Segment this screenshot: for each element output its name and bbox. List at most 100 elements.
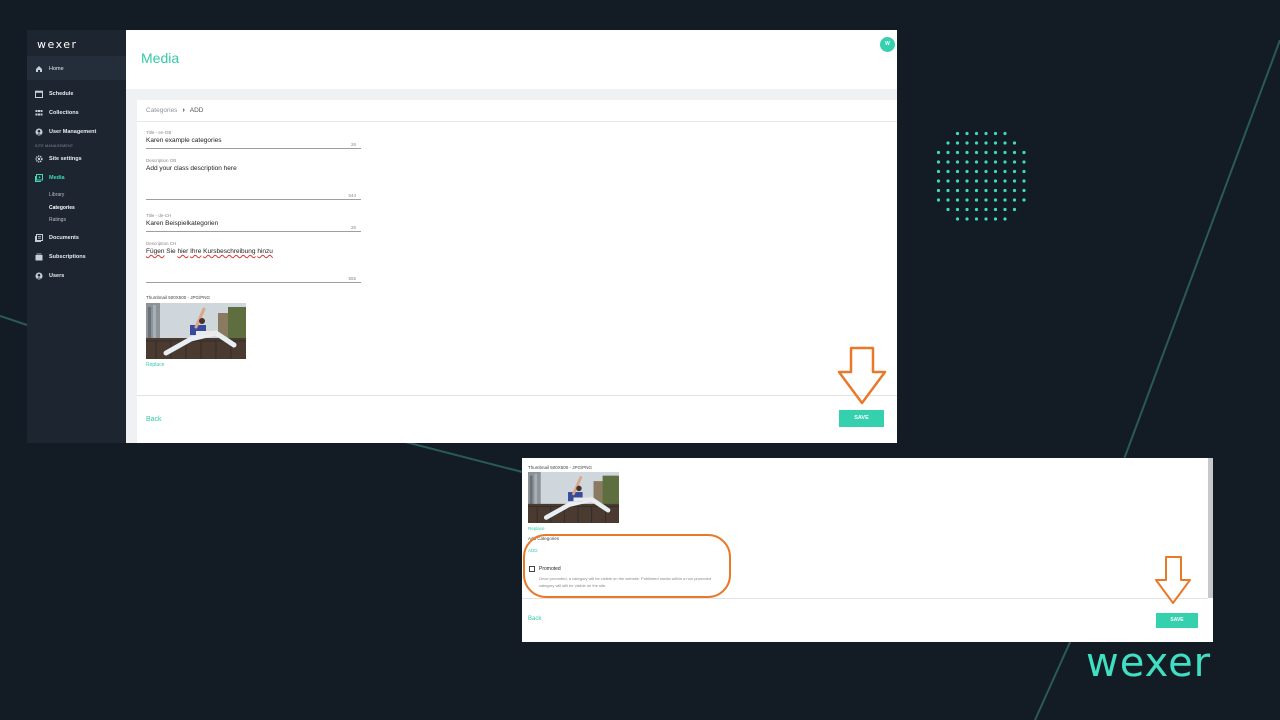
pattern-dot: [984, 198, 988, 202]
scrollbar[interactable]: [1208, 458, 1213, 598]
sidebar-item-site-settings[interactable]: Site settings: [35, 155, 82, 163]
pattern-dot: [946, 207, 950, 212]
pattern-dot: [965, 207, 969, 212]
sidebar-item-collections[interactable]: Collections: [35, 109, 79, 117]
pattern-dot: [974, 150, 979, 155]
breadcrumb: Categories › ADD: [146, 107, 204, 114]
add-categories-label: Add Categories: [528, 536, 560, 541]
sidebar-subitem-categories[interactable]: Categories: [49, 205, 75, 211]
description-ch-field[interactable]: Description CH Fügen Sie hier Ihre Kursb…: [146, 241, 361, 283]
replace-link[interactable]: Replace: [146, 362, 164, 368]
pattern-dot: [955, 217, 960, 221]
users-icon: [35, 272, 43, 280]
avatar[interactable]: W: [880, 37, 895, 52]
field-label: Title - en-GB: [146, 130, 172, 135]
pattern-dot: [993, 160, 998, 164]
pattern-dot: [974, 131, 979, 136]
brand-logo: wexer: [1086, 640, 1212, 686]
sidebar-item-home[interactable]: Home: [35, 65, 64, 73]
pattern-dot: [1022, 150, 1026, 155]
pattern-dot: [1003, 198, 1007, 202]
divider: [137, 395, 897, 396]
sidebar-item-documents[interactable]: Documents: [35, 234, 79, 242]
document-icon: [35, 234, 43, 242]
sidebar-item-subscriptions[interactable]: Subscriptions: [35, 253, 86, 261]
pattern-dot: [1022, 169, 1026, 174]
add-category-link[interactable]: ADD: [528, 548, 538, 553]
pattern-dot: [946, 141, 950, 145]
breadcrumb-categories[interactable]: Categories: [146, 107, 177, 114]
sidebar-item-user-management[interactable]: User Management: [35, 128, 96, 136]
sidebar-item-label: Media: [49, 175, 65, 181]
field-label: Description GB: [146, 158, 177, 163]
title-ch-field[interactable]: Title - de-CH Karen Beispielkategorien 2…: [146, 213, 361, 232]
pattern-dot: [936, 160, 941, 164]
save-button[interactable]: SAVE: [1156, 613, 1198, 628]
thumbnail-label: Thumbnail 500X500 - JPG/PNG: [528, 465, 593, 470]
sidebar-subitem-library[interactable]: Library: [49, 192, 64, 198]
pattern-dot: [965, 169, 969, 174]
pattern-dot: [1012, 169, 1017, 174]
pattern-dot: [984, 207, 988, 212]
pattern-dot: [974, 217, 979, 221]
sidebar-item-media[interactable]: Media: [35, 174, 65, 182]
description-gb-field[interactable]: Description GB Add your class descriptio…: [146, 158, 361, 200]
pattern-dot: [955, 169, 960, 174]
save-button[interactable]: SAVE: [839, 410, 884, 427]
pattern-dot: [936, 198, 941, 202]
pattern-dot: [1012, 141, 1017, 145]
field-value[interactable]: Karen Beispielkategorien: [146, 220, 361, 227]
pattern-dot: [1022, 188, 1026, 193]
field-value[interactable]: Add your class description here: [146, 165, 361, 172]
back-link[interactable]: Back: [146, 416, 162, 423]
dot-pattern: [936, 131, 1026, 221]
pattern-dot: [1003, 169, 1007, 174]
pattern-dot: [1003, 131, 1007, 136]
pattern-dot: [946, 150, 950, 155]
field-label: Description CH: [146, 241, 177, 246]
sidebar-item-label: Collections: [49, 110, 79, 116]
field-value[interactable]: Fügen Sie hier Ihre Kursbeschreibung hin…: [146, 248, 361, 255]
title-gb-field[interactable]: Title - en-GB Karen example categories 2…: [146, 130, 361, 149]
app-logo: wexer: [37, 38, 78, 51]
pattern-dot: [965, 141, 969, 145]
user-circle-icon: [35, 128, 43, 136]
sidebar-item-label: Documents: [49, 235, 79, 241]
sidebar-item-label: Schedule: [49, 91, 74, 97]
pattern-dot: [1003, 150, 1007, 155]
pattern-dot: [946, 160, 950, 164]
pattern-dot: [1003, 188, 1007, 193]
field-label: Title - de-CH: [146, 213, 172, 218]
sidebar-section-label: SITE MANAGEMENT: [35, 144, 74, 148]
sidebar-item-schedule[interactable]: Schedule: [35, 90, 73, 98]
top-bar: Media W: [126, 30, 897, 89]
pattern-dot: [946, 179, 950, 183]
sidebar-item-users[interactable]: Users: [35, 272, 64, 280]
char-count: 26: [350, 225, 356, 230]
pattern-dot: [974, 179, 979, 183]
chevron-right-icon: ›: [182, 107, 185, 114]
field-value[interactable]: Karen example categories: [146, 137, 361, 144]
pattern-dot: [965, 179, 969, 183]
sidebar-subitem-ratings[interactable]: Ratings: [49, 217, 66, 223]
pattern-dot: [1003, 217, 1007, 221]
char-count: 555: [348, 276, 356, 281]
pattern-dot: [936, 179, 941, 183]
pattern-dot: [955, 188, 960, 193]
promoted-checkbox[interactable]: [529, 566, 535, 572]
pattern-dot: [984, 160, 988, 164]
promoted-label: Promoted: [539, 566, 561, 572]
pattern-dot: [974, 169, 979, 174]
pattern-dot: [965, 217, 969, 221]
divider: [137, 121, 897, 122]
replace-link[interactable]: Replace: [528, 526, 545, 531]
pattern-dot: [984, 169, 988, 174]
thumbnail-image: [146, 303, 246, 359]
pattern-dot: [993, 169, 998, 174]
pattern-dot: [1012, 179, 1017, 183]
pattern-dot: [993, 131, 998, 136]
subscriptions-icon: [35, 253, 43, 261]
sidebar-item-label: Subscriptions: [49, 254, 86, 260]
grid-icon: [35, 109, 43, 117]
back-link[interactable]: Back: [528, 616, 541, 622]
